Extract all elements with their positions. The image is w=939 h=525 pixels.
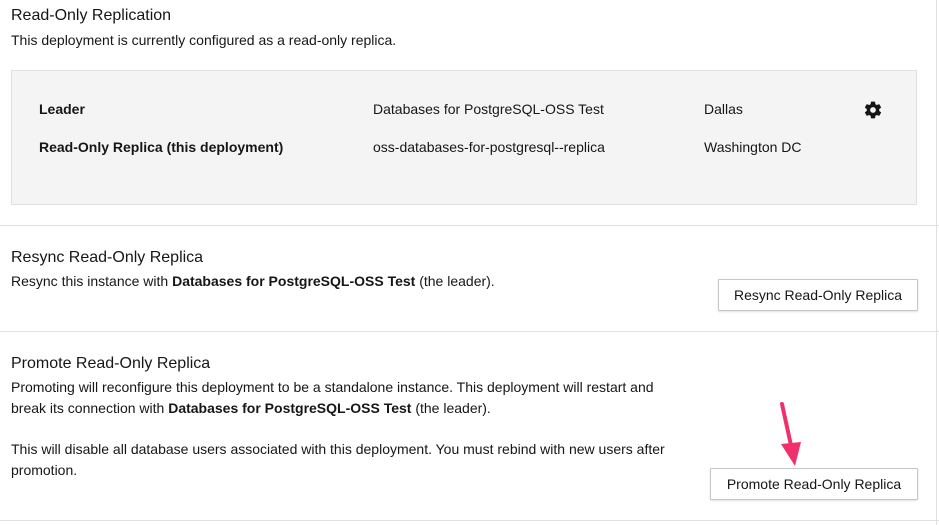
promote-desc-suffix: (the leader). bbox=[411, 400, 491, 416]
pointer-arrow-icon bbox=[780, 402, 801, 466]
promote-description-2: This will disable all database users ass… bbox=[11, 439, 665, 481]
promote-desc-line: promotion. bbox=[11, 462, 78, 478]
replication-table bbox=[11, 70, 917, 205]
leader-name: Databases for PostgreSQL-OSS Test bbox=[373, 101, 604, 117]
resync-desc-text: Resync this instance with bbox=[11, 273, 173, 289]
replica-location: Washington DC bbox=[704, 139, 802, 155]
promote-desc-line: This will disable all database users ass… bbox=[11, 441, 665, 457]
promote-button[interactable]: Promote Read-Only Replica bbox=[710, 468, 918, 500]
resync-desc-suffix: (the leader). bbox=[415, 273, 495, 289]
promote-desc-line: Promoting will reconfigure this deployme… bbox=[11, 379, 654, 395]
resync-title: Resync Read-Only Replica bbox=[11, 249, 204, 266]
divider bbox=[0, 520, 939, 521]
promote-desc-line: break its connection with Databases for … bbox=[11, 398, 654, 419]
resync-desc-leader: Databases for PostgreSQL-OSS Test bbox=[172, 273, 416, 289]
promote-description-1: Promoting will reconfigure this deployme… bbox=[11, 377, 654, 419]
right-border bbox=[936, 0, 937, 525]
promote-title: Promote Read-Only Replica bbox=[11, 355, 211, 372]
gear-icon[interactable] bbox=[863, 100, 883, 120]
replica-name: oss-databases-for-postgresql--replica bbox=[373, 139, 605, 155]
replica-role: Read-Only Replica (this deployment) bbox=[39, 139, 284, 155]
divider bbox=[0, 225, 939, 226]
replication-title: Read-Only Replication bbox=[11, 7, 172, 24]
promote-desc-leader: Databases for PostgreSQL-OSS Test bbox=[168, 400, 412, 416]
read-only-replication-page: Read-Only Replication This deployment is… bbox=[0, 0, 939, 525]
replication-description: This deployment is currently configured … bbox=[11, 32, 397, 48]
resync-description: Resync this instance with Databases for … bbox=[11, 271, 495, 292]
leader-location: Dallas bbox=[704, 101, 743, 117]
resync-button[interactable]: Resync Read-Only Replica bbox=[718, 279, 918, 311]
leader-role: Leader bbox=[39, 101, 85, 117]
promote-desc-text: break its connection with bbox=[11, 400, 169, 416]
divider bbox=[0, 331, 939, 332]
